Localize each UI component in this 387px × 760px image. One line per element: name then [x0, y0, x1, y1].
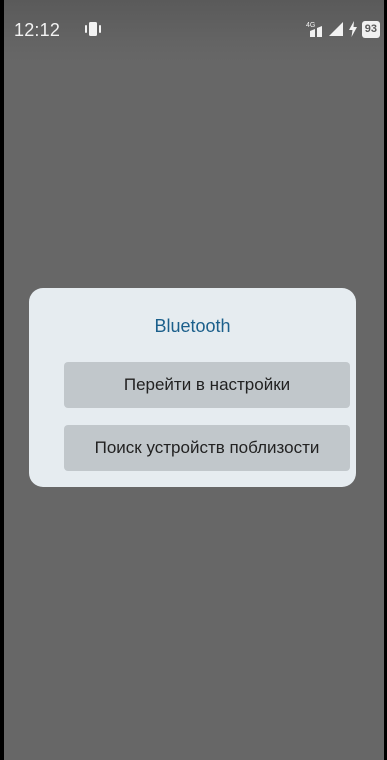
- network-4g-icon: 4G: [306, 22, 322, 37]
- search-nearby-devices-button[interactable]: Поиск устройств поблизости: [64, 425, 350, 471]
- phone-screen: 12:12 4G 93 Bluetooth Перейти в настройк…: [0, 0, 387, 760]
- bluetooth-dialog: Bluetooth Перейти в настройки Поиск устр…: [29, 288, 356, 487]
- status-icons: 4G 93: [306, 19, 380, 39]
- open-settings-button[interactable]: Перейти в настройки: [64, 362, 350, 408]
- status-bar: 12:12 4G 93: [4, 0, 384, 62]
- battery-level: 93: [361, 20, 380, 38]
- signal-icon: [328, 22, 343, 36]
- charging-bolt-icon: [348, 21, 357, 37]
- status-time: 12:12: [14, 20, 61, 40]
- dialog-title: Bluetooth: [154, 316, 231, 336]
- svg-text:4G: 4G: [306, 22, 315, 29]
- vibrate-icon: [85, 22, 101, 36]
